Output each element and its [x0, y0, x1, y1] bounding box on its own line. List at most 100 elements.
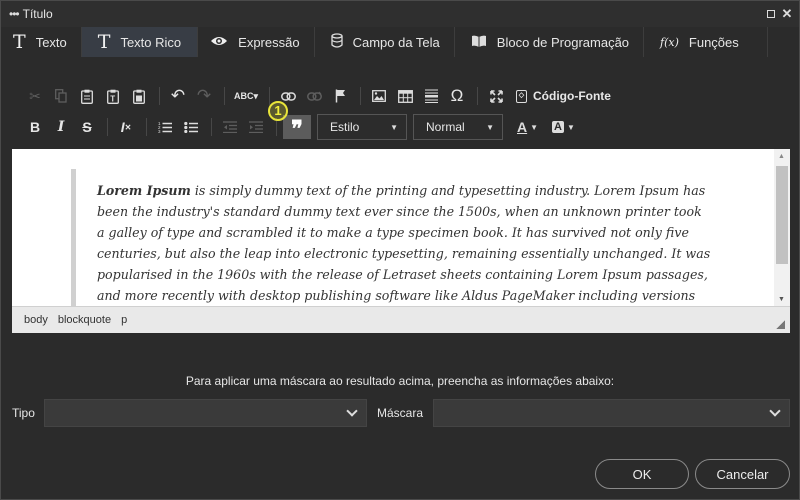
dropdown-arrow-icon: ▼	[390, 122, 398, 132]
text-color-icon: A	[517, 119, 528, 135]
tab-texto[interactable]: T Texto	[1, 27, 82, 57]
maximize-button[interactable]	[765, 8, 777, 20]
dropdown-arrow-icon: ▼	[567, 122, 575, 132]
dropdown-arrow-icon: ▼	[530, 122, 539, 132]
rich-text-editor[interactable]: Lorem Ipsum is simply dummy text of the …	[12, 149, 790, 306]
mask-label: Máscara	[377, 406, 424, 420]
tab-expressao[interactable]: Expressão	[198, 27, 315, 57]
redo-icon[interactable]: ↷	[192, 85, 216, 107]
tab-campo-da-tela[interactable]: Campo da Tela	[315, 27, 455, 57]
format-dropdown[interactable]: Normal ▼	[413, 114, 503, 140]
tab-bloco-de-programacao[interactable]: Bloco de Programação	[455, 27, 645, 57]
spellcheck-icon[interactable]: ABC▾	[231, 85, 261, 107]
image-icon[interactable]	[367, 85, 391, 107]
cut-icon[interactable]: ✂	[23, 85, 47, 107]
remove-format-icon[interactable]: I ✕	[114, 116, 138, 138]
paste-icon[interactable]	[75, 85, 99, 107]
toolbar-divider	[477, 87, 478, 105]
toolbar-divider	[269, 87, 270, 105]
function-icon: f(x)	[660, 35, 679, 49]
ok-button[interactable]: OK	[595, 459, 689, 489]
bulleted-list-icon[interactable]	[179, 116, 203, 138]
toolbar-divider	[224, 87, 225, 105]
editor-scrollbar[interactable]: ▲ ▼	[774, 149, 790, 306]
resize-handle-icon[interactable]	[776, 320, 785, 329]
mask-hint-text: Para aplicar uma máscara ao resultado ac…	[185, 374, 615, 388]
copy-icon[interactable]	[49, 85, 73, 107]
tab-label: Expressão	[238, 34, 300, 50]
close-button[interactable]: ✕	[781, 7, 793, 20]
indent-icon[interactable]	[244, 116, 268, 138]
toolbar-divider	[360, 87, 361, 105]
tab-texto-rico[interactable]: T Texto Rico	[81, 27, 199, 57]
tab-label: Bloco de Programação	[496, 34, 630, 50]
special-char-omega-icon[interactable]: Ω	[445, 85, 469, 107]
editor-toolbar-row-1: ✂ T ↶ ↷ ABC▾ Ω ◇ Código-Fonte	[23, 85, 611, 107]
toolbar-divider	[211, 118, 212, 136]
cancel-button[interactable]: Cancelar	[695, 459, 790, 489]
undo-icon[interactable]: ↶	[166, 85, 190, 107]
outdent-icon[interactable]	[218, 116, 242, 138]
toolbar-divider	[159, 87, 160, 105]
maximize-icon	[767, 10, 775, 18]
paste-text-icon[interactable]: T	[101, 85, 125, 107]
tab-label: Campo da Tela	[352, 34, 440, 50]
source-code-button[interactable]: ◇ Código-Fonte	[516, 89, 611, 103]
toolbar-divider	[107, 118, 108, 136]
source-code-label: Código-Fonte	[533, 89, 611, 103]
rich-text-icon: T	[97, 31, 111, 53]
tab-bar: T Texto T Texto Rico Expressão Campo da …	[1, 27, 799, 59]
element-path-bar: body blockquote p	[12, 306, 790, 333]
scroll-down-icon[interactable]: ▼	[778, 296, 785, 303]
svg-text:3: 3	[158, 129, 161, 133]
maximize-editor-icon[interactable]	[484, 85, 508, 107]
editor-toolbar-row-2: B I S I ✕ 123 ❞ Estilo ▼ Normal ▼ A ▼ A …	[23, 114, 575, 142]
blockquote-button[interactable]: ❞	[283, 115, 311, 142]
chevron-down-icon	[769, 405, 781, 417]
svg-text:T: T	[110, 94, 115, 103]
background-color-button[interactable]: A ▼	[552, 121, 575, 133]
horizontal-line-icon[interactable]	[419, 85, 443, 107]
blockquote[interactable]: Lorem Ipsum is simply dummy text of the …	[71, 169, 711, 306]
step-highlight-badge: 1	[268, 101, 288, 121]
database-icon	[330, 32, 343, 52]
numbered-list-icon[interactable]: 123	[153, 116, 177, 138]
book-icon	[471, 34, 487, 51]
tab-label: Texto	[35, 34, 67, 50]
unlink-icon[interactable]	[302, 85, 326, 107]
dropdown-arrow-icon: ▼	[486, 122, 494, 132]
toolbar-divider	[146, 118, 147, 136]
paste-word-icon[interactable]	[127, 85, 151, 107]
title-bar[interactable]: ••• Título ✕	[1, 1, 799, 27]
bold-lead-text: Lorem Ipsum	[97, 183, 191, 198]
scroll-up-icon[interactable]: ▲	[778, 153, 785, 160]
tab-funcoes[interactable]: f(x) Funções	[644, 27, 768, 57]
paragraph-text: is simply dummy text of the printing and…	[97, 183, 711, 303]
format-dropdown-value: Normal	[426, 120, 465, 134]
tab-label: Funções	[688, 34, 739, 50]
drag-handle-icon[interactable]: •••	[9, 7, 20, 21]
background-color-icon: A	[552, 121, 564, 133]
dialog-window: ••• Título ✕ T Texto T Texto Rico Expres…	[0, 0, 800, 500]
scrollbar-thumb[interactable]	[776, 166, 788, 264]
style-dropdown-value: Estilo	[330, 120, 360, 134]
type-label: Tipo	[12, 406, 35, 420]
path-item-body[interactable]: body	[24, 314, 48, 326]
eye-icon	[210, 34, 228, 51]
mask-select[interactable]	[433, 399, 790, 427]
text-color-button[interactable]: A ▼	[517, 119, 538, 135]
anchor-flag-icon[interactable]	[328, 85, 352, 107]
strikethrough-icon[interactable]: S	[75, 116, 99, 138]
table-icon[interactable]	[393, 85, 417, 107]
window-title: Título	[22, 7, 53, 21]
path-item-blockquote[interactable]: blockquote	[58, 314, 111, 326]
tab-label: Texto Rico	[120, 34, 182, 50]
chevron-down-icon	[346, 405, 358, 417]
source-code-icon: ◇	[516, 89, 527, 103]
style-dropdown[interactable]: Estilo ▼	[317, 114, 407, 140]
bold-icon[interactable]: B	[23, 116, 47, 138]
type-select[interactable]	[44, 399, 367, 427]
italic-icon[interactable]: I	[49, 116, 73, 138]
path-item-p[interactable]: p	[121, 314, 127, 326]
text-icon: T	[13, 31, 26, 53]
